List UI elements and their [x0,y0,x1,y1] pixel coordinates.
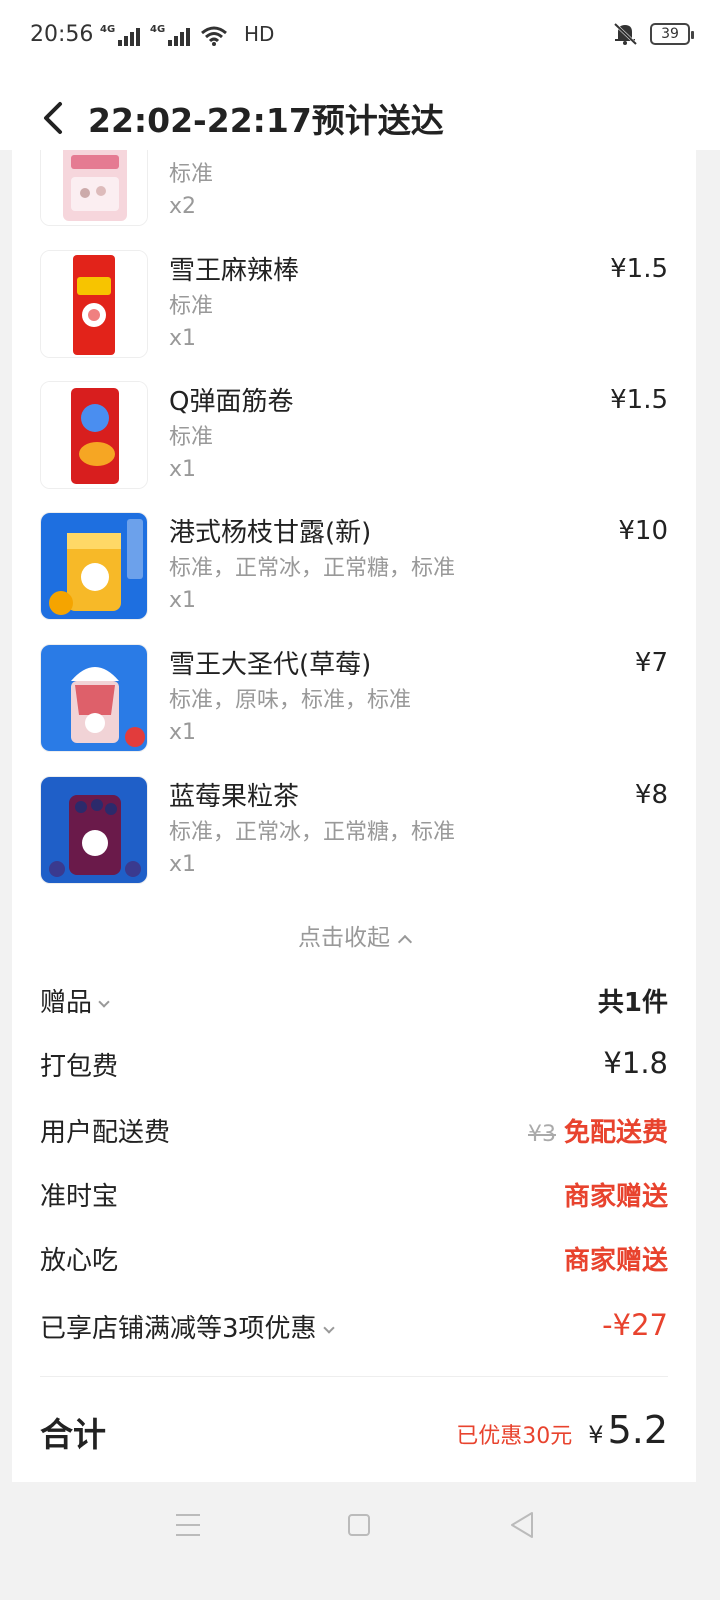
product-image [40,512,148,620]
page-header: 22:02-22:17预计送达 [0,70,720,150]
discount-row[interactable]: 已享店铺满减等3项优惠 -¥27 [40,1308,668,1348]
status-bar: 20:56 4G 4G HD 39 [0,0,720,70]
chevron-up-icon [397,934,413,950]
network-type: 4G [150,24,166,35]
back-arrow-icon[interactable] [40,100,66,136]
product-image [40,150,148,226]
order-item[interactable]: 港式杨枝甘露(新) 标准，正常冰，正常糖，标准 x1 ¥10 [12,512,696,624]
delivery-free-text: 免配送费 [563,1118,668,1148]
safe-eat-row: 放心吃 商家赠送 [40,1240,668,1280]
product-image [40,381,148,489]
network-type: 4G [100,24,116,35]
item-price: ¥1.5 [610,254,668,284]
signal-indicators: 4G 4G HD [100,22,274,46]
chevron-down-icon [322,1322,335,1334]
mute-bell-icon [613,22,638,46]
system-nav-bar [0,1482,720,1600]
back-triangle-icon[interactable] [508,1510,536,1540]
item-spec: 标准 [169,162,214,187]
order-item[interactable]: 标准 x2 [12,150,696,230]
order-item[interactable]: 雪王大圣代(草莓) 标准，原味，标准，标准 x1 ¥7 [12,644,696,756]
currency-symbol: ¥ [588,1421,604,1449]
safe-eat-value: 商家赠送 [563,1246,668,1276]
collapse-label: 点击收起 [298,925,390,951]
total-summary: 已优惠30元 ¥ 5.2 [456,1408,668,1452]
safe-eat-label: 放心吃 [40,1246,119,1276]
home-icon[interactable] [348,1514,370,1536]
delivery-fee-value: ¥3 免配送费 [528,1112,668,1149]
order-item[interactable]: 雪王麻辣棒 标准 x1 ¥1.5 [12,250,696,362]
delivery-fee-row: 用户配送费 ¥3 免配送费 [40,1112,668,1152]
item-quantity: x1 [169,852,197,877]
ontime-value: 商家赠送 [563,1182,668,1212]
delivery-fee-label: 用户配送费 [40,1118,171,1148]
item-spec: 标准 [169,294,214,319]
product-image [40,776,148,884]
item-price: ¥8 [634,780,668,810]
product-image [40,644,148,752]
item-quantity: x1 [169,588,197,613]
item-name: Q弹面筋卷 [169,387,294,417]
item-spec: 标准 [169,425,214,450]
discount-label: 已享店铺满减等3项优惠 [40,1308,335,1345]
battery-icon: 39 [650,23,694,45]
item-name: 雪王大圣代(草莓) [169,650,372,680]
item-name: 雪王麻辣棒 [169,256,300,286]
item-quantity: x1 [169,326,197,351]
gift-row[interactable]: 赠品 共1件 [40,982,668,1022]
item-spec: 标准，原味，标准，标准 [169,688,412,713]
menu-icon[interactable] [176,1514,200,1536]
item-name: 港式杨枝甘露(新) [169,518,372,548]
total-value: 5.2 [607,1408,668,1452]
discount-value: -¥27 [602,1308,668,1342]
chevron-down-icon [98,996,110,1008]
order-item[interactable]: 蓝莓果粒茶 标准，正常冰，正常糖，标准 x1 ¥8 [12,776,696,888]
item-spec: 标准，正常冰，正常糖，标准 [169,556,456,581]
signal-icon: 4G [150,24,190,46]
saved-amount: 已优惠30元 [456,1424,573,1449]
order-card: 标准 x2 雪王麻辣棒 标准 x1 ¥1.5 Q弹面筋卷 标准 x1 ¥1.5 … [12,150,696,1482]
signal-icon: 4G [100,24,140,46]
divider [40,1376,668,1377]
item-name: 蓝莓果粒茶 [169,782,300,812]
status-time: 20:56 [30,22,94,47]
packing-fee-label: 打包费 [40,1052,119,1082]
item-quantity: x1 [169,457,197,482]
packing-fee-value: ¥1.8 [603,1046,668,1080]
status-right: 39 [612,22,694,46]
item-quantity: x1 [169,720,197,745]
packing-fee-row: 打包费 ¥1.8 [40,1046,668,1086]
ontime-row: 准时宝 商家赠送 [40,1176,668,1216]
wifi-icon [201,26,227,46]
item-spec: 标准，正常冰，正常糖，标准 [169,820,456,845]
order-item[interactable]: Q弹面筋卷 标准 x1 ¥1.5 [12,381,696,493]
total-label: 合计 [40,1415,106,1454]
gift-value: 共1件 [597,988,668,1018]
page-title: 22:02-22:17预计送达 [88,101,444,140]
item-quantity: x2 [169,194,197,219]
item-price: ¥1.5 [610,385,668,415]
delivery-original-price: ¥3 [527,1122,556,1147]
item-price: ¥10 [618,516,668,546]
hd-indicator: HD [244,22,275,46]
product-image [40,250,148,358]
item-price: ¥7 [634,648,668,678]
gift-label: 赠品 [40,982,110,1019]
collapse-toggle[interactable]: 点击收起 [12,918,696,952]
ontime-label: 准时宝 [40,1182,119,1212]
